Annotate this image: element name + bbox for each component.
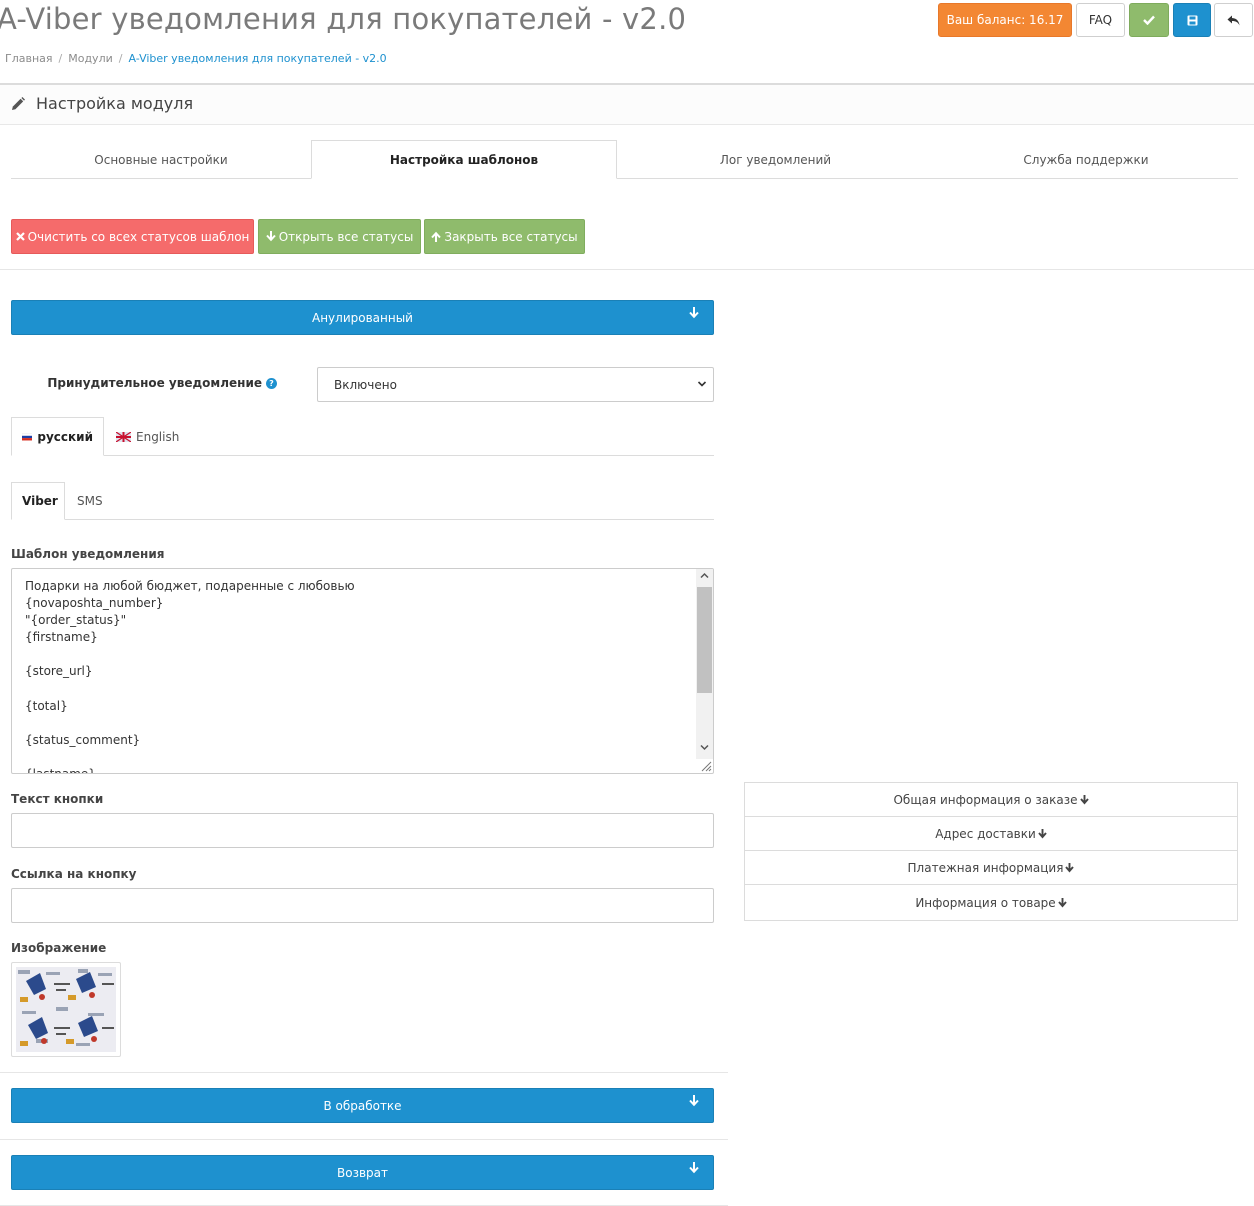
template-line: {store_url} [25, 664, 93, 679]
textarea-scrollbar[interactable] [696, 569, 713, 759]
close-icon [15, 232, 25, 241]
tab-channel-viber[interactable]: Viber [11, 482, 65, 520]
template-text: Подарки на любой бюджет, подаренные с лю… [25, 578, 355, 773]
page-title: A-Viber уведомления для покупателей - v2… [0, 2, 687, 36]
tab-template-settings[interactable]: Настройка шаблонов [311, 140, 617, 179]
status-bar-cancelled[interactable]: Анулированный [11, 300, 714, 335]
arrow-down-icon [1079, 794, 1089, 804]
info-item-label: Общая информация о заказе [893, 792, 1078, 807]
info-item-payment[interactable]: Платежная информация [745, 851, 1237, 885]
tab-notification-log[interactable]: Лог уведомлений [617, 140, 934, 179]
forced-notification-select[interactable]: Включено [317, 367, 714, 402]
template-textarea[interactable]: Подарки на любой бюджет, подаренные с лю… [11, 568, 714, 774]
image-thumbnail[interactable] [11, 962, 121, 1057]
clear-templates-button[interactable]: Очистить со всех статусов шаблон [11, 219, 254, 254]
status-divider [0, 1139, 728, 1140]
pencil-icon [12, 97, 25, 110]
info-item-label: Адрес доставки [935, 826, 1036, 841]
tab-language-ru[interactable]: русский [11, 417, 104, 456]
status-divider [0, 1072, 728, 1073]
arrow-down-icon [1057, 897, 1067, 907]
info-item-order[interactable]: Общая информация о заказе [745, 783, 1237, 817]
template-line [25, 681, 355, 698]
scroll-down-icon[interactable] [700, 744, 709, 751]
scroll-up-icon[interactable] [700, 572, 709, 579]
arrow-down-icon [1065, 862, 1075, 872]
arrow-up-icon [431, 231, 442, 242]
language-en-label: English [136, 429, 180, 444]
template-line: {lastname} [25, 766, 355, 773]
faq-button[interactable]: FAQ [1076, 3, 1125, 37]
breadcrumb-modules[interactable]: Модули [68, 52, 113, 65]
template-line: "{order_status}" [25, 613, 127, 628]
status-label: В обработке [323, 1098, 402, 1113]
check-icon [1143, 15, 1155, 25]
info-item-product[interactable]: Информация о товаре [745, 885, 1237, 920]
back-button[interactable] [1214, 3, 1253, 37]
channel-tabs-divider [11, 519, 714, 520]
arrow-down-icon [1038, 828, 1047, 838]
image-label: Изображение [11, 941, 107, 955]
template-label: Шаблон уведомления [11, 547, 165, 561]
forced-notification-value: Включено [334, 377, 397, 392]
template-line: Подарки на любой бюджет, подаренные с лю… [25, 579, 355, 593]
template-line [25, 646, 355, 663]
template-line: {firstname} [25, 630, 98, 645]
status-label: Анулированный [312, 310, 413, 325]
balance-button[interactable]: Ваш баланс: 16.17 [938, 3, 1072, 37]
image-preview [16, 967, 116, 1052]
floppy-icon [1187, 15, 1197, 25]
forced-notification-text: Принудительное уведомление [47, 376, 262, 390]
template-line: {novaposhta_number} [25, 596, 164, 611]
template-line: {total} [25, 698, 68, 713]
info-item-shipping[interactable]: Адрес доставки [745, 817, 1237, 851]
button-link-input[interactable] [11, 888, 714, 923]
breadcrumb: Главная / Модули / A-Viber уведомления д… [5, 52, 387, 65]
clear-templates-label: Очистить со всех статусов шаблон [27, 229, 250, 244]
close-all-statuses-label: Закрыть все статусы [444, 229, 578, 244]
arrow-down-icon [689, 307, 699, 319]
template-line: {status_comment} [25, 732, 141, 747]
button-text-input[interactable] [11, 813, 714, 848]
status-label: Возврат [337, 1165, 388, 1180]
section-divider [0, 269, 1254, 270]
reply-icon [1227, 15, 1240, 25]
arrow-down-icon [689, 1162, 699, 1174]
tab-channel-sms[interactable]: SMS [67, 482, 112, 520]
apply-button[interactable] [1129, 3, 1169, 37]
status-bar-return[interactable]: Возврат [11, 1155, 714, 1190]
help-icon[interactable]: ? [266, 377, 277, 389]
tab-language-en[interactable]: English [106, 417, 206, 456]
chevron-down-icon [697, 381, 707, 387]
flag-gb-icon [116, 431, 131, 442]
open-all-statuses-button[interactable]: Открыть все статусы [258, 219, 421, 254]
status-bar-processing[interactable]: В обработке [11, 1088, 714, 1123]
tab-main-settings[interactable]: Основные настройки [11, 140, 311, 179]
resize-handle-icon[interactable] [700, 760, 712, 772]
panel-title: Настройка модуля [36, 94, 194, 113]
info-item-label: Информация о товаре [915, 895, 1056, 910]
variables-info-list: Общая информация о заказе Адрес доставки… [744, 782, 1238, 921]
info-item-label: Платежная информация [907, 860, 1064, 875]
close-all-statuses-button[interactable]: Закрыть все статусы [424, 219, 585, 254]
open-all-statuses-label: Открыть все статусы [278, 229, 414, 244]
breadcrumb-home[interactable]: Главная [5, 52, 53, 65]
breadcrumb-separator: / [58, 52, 63, 65]
arrow-down-icon [689, 1095, 699, 1107]
flag-ru-icon [22, 432, 33, 440]
language-ru-label: русский [37, 429, 93, 444]
scrollbar-thumb[interactable] [697, 587, 712, 693]
button-link-label: Ссылка на кнопку [11, 867, 137, 881]
breadcrumb-separator: / [118, 52, 123, 65]
template-line [25, 749, 355, 766]
save-button[interactable] [1173, 3, 1211, 37]
tab-support[interactable]: Служба поддержки [934, 140, 1238, 179]
breadcrumb-current[interactable]: A-Viber уведомления для покупателей - v2… [128, 52, 386, 65]
forced-notification-label: Принудительное уведомление ? [11, 376, 277, 390]
template-line [25, 715, 355, 732]
button-text-label: Текст кнопки [11, 792, 104, 806]
arrow-down-icon [265, 231, 276, 242]
